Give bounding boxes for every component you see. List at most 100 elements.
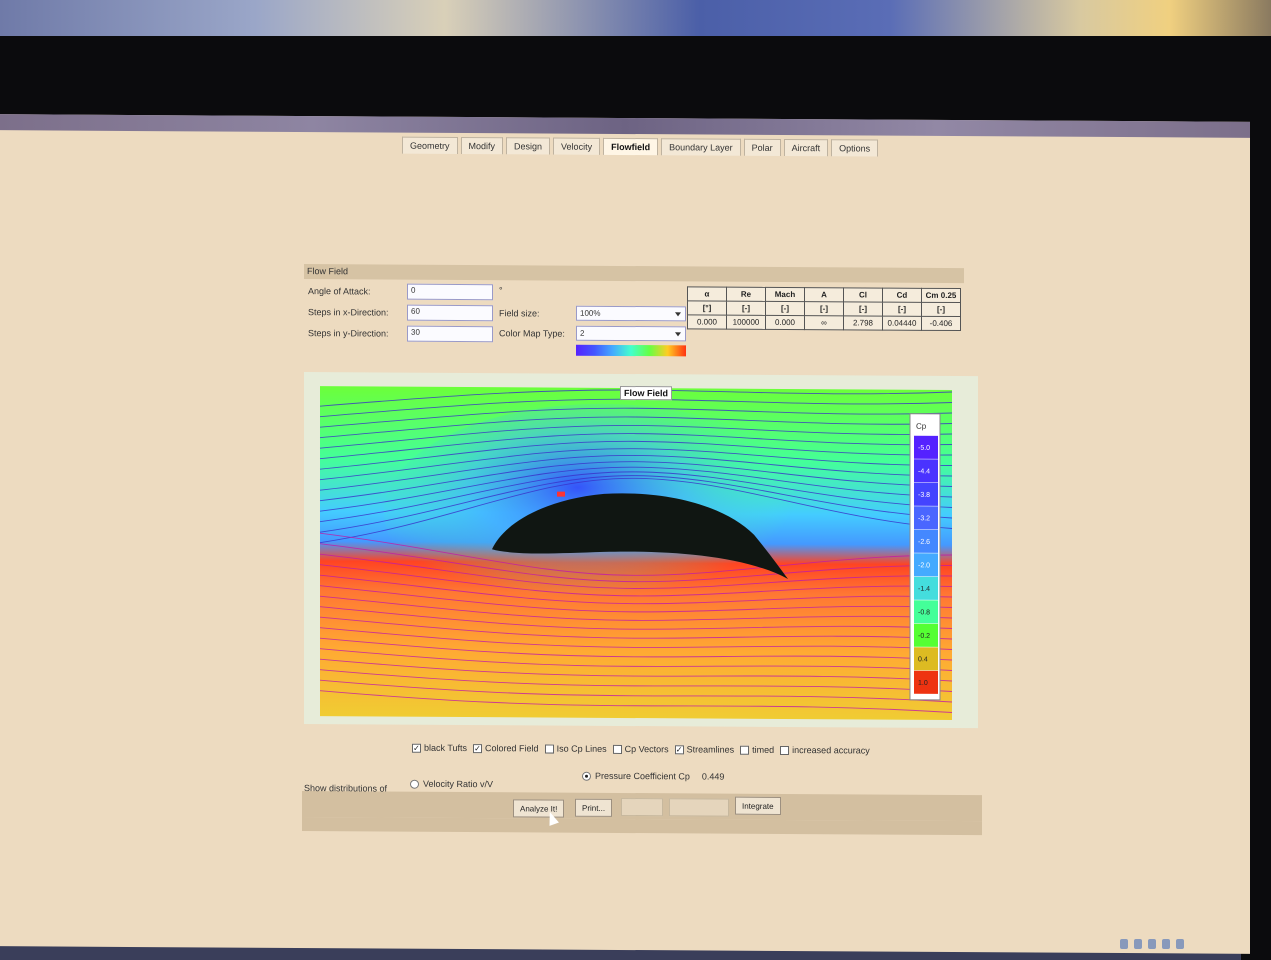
option-timed[interactable]: timed [740,745,774,755]
disabled-button[interactable] [669,798,729,817]
flow-field-panel: Flow Field Angle of Attack: 0 ° Steps in… [304,264,964,357]
chevron-down-icon [675,332,681,337]
tab-boundary-layer[interactable]: Boundary Layer [661,138,741,156]
chevron-down-icon [675,312,681,317]
color-map-preview [576,344,686,357]
integrate-button[interactable]: Integrate [735,796,781,815]
option-streamlines[interactable]: ✓ Streamlines [674,744,735,755]
display-options: ✓ black Tufts ✓ Colored Field Iso Cp Lines… [412,743,870,756]
coef-header: Re [726,287,766,302]
tab-polar[interactable]: Polar [743,138,781,156]
legend-title: Cp [916,422,927,431]
coef-header: Cm 0.25 [921,288,961,303]
flow-field-plot: Cp -5.0 -4.4 -3.8 -3.2 -2.6 -2.0 -1.4 -0.8 -0.2 0… [304,372,978,729]
stagnation-marker [557,491,565,497]
analyze-button[interactable]: Analyze It! [513,799,565,818]
legend-value: -0.2 [918,633,930,640]
coef-value: 100000 [726,315,766,330]
legend-value: -3.8 [918,492,930,499]
steps-y-input[interactable]: 30 [407,325,493,343]
coef-header: Mach [765,287,805,302]
tab-design[interactable]: Design [506,137,551,155]
color-map-value: 2 [580,328,585,338]
checkbox[interactable]: ✓ [412,743,421,753]
tray-icon [1134,939,1142,949]
option-increased-accuracy[interactable]: increased accuracy [780,745,870,756]
print-button[interactable]: Print... [575,798,613,817]
coef-unit: [-] [882,302,922,317]
option-black-tufts[interactable]: ✓ black Tufts [412,743,467,753]
checkbox[interactable]: ✓ [674,744,684,754]
tab-aircraft[interactable]: Aircraft [783,138,829,157]
steps-x-label: Steps in x-Direction: [308,307,389,318]
checkbox[interactable] [780,745,790,755]
radio-pressure-coefficient[interactable]: Pressure Coefficient Cp 0.449 [582,771,724,782]
tab-geometry[interactable]: Geometry [402,136,458,154]
option-cp-vectors[interactable]: Cp Vectors [612,744,669,754]
legend-value: -3.2 [918,515,930,522]
pressure-value: 0.449 [701,771,725,782]
tab-options[interactable]: Options [831,139,879,157]
field-size-label: Field size: [499,308,540,319]
tray-icon [1148,939,1156,949]
app-window: Geometry Modify Design Velocity Flowfiel… [0,114,1250,954]
checkbox[interactable]: ✓ [473,743,483,753]
option-label: black Tufts [424,742,468,754]
coef-unit: [-] [804,301,844,316]
color-map-select[interactable]: 2 [576,325,686,342]
option-label: timed [752,744,775,755]
coef-value: 2.798 [843,315,883,331]
option-colored-field[interactable]: ✓ Colored Field [473,743,539,753]
monitor-bezel [0,36,1271,122]
cp-legend: Cp -5.0 -4.4 -3.8 -3.2 -2.6 -2.0 -1.4 -0.8 -0.2 0… [909,413,941,701]
radio-label: Pressure Coefficient Cp [595,770,690,782]
coef-value: -0.406 [921,316,961,331]
radio-label: Velocity Ratio v/V [423,778,494,790]
radio-button[interactable] [582,771,591,781]
legend-value: -5.0 [918,445,930,452]
coef-unit: [-] [843,301,883,317]
angle-input[interactable]: 0 [407,283,493,301]
option-label: Colored Field [485,743,539,754]
coef-header: Cl [843,287,883,303]
tab-bar: Geometry Modify Design Velocity Flowfiel… [402,136,879,157]
coef-unit: [-] [726,301,766,316]
field-size-select[interactable]: 100% [576,305,686,322]
coefficient-table: α Re Mach A Cl Cd Cm 0.25 [°] [-] [-] [-… [687,286,961,332]
legend-value: -2.6 [918,539,930,546]
field-size-value: 100% [580,308,601,318]
legend-value: -4.4 [918,468,930,475]
checkbox[interactable] [544,744,554,754]
legend-value: 0.4 [918,656,928,663]
tab-flowfield[interactable]: Flowfield [603,137,659,156]
coef-value: ∞ [804,315,844,330]
option-label: increased accuracy [792,745,870,756]
coef-header: α [687,286,727,302]
tab-modify[interactable]: Modify [460,136,504,155]
tray-icon [1120,939,1128,949]
button-bar [302,817,982,836]
legend-value: -1.4 [918,586,930,593]
legend-value: 1.0 [918,680,928,687]
option-label: Iso Cp Lines [556,743,607,754]
disabled-button[interactable] [621,797,663,817]
option-iso-cp-lines[interactable]: Iso Cp Lines [544,743,607,754]
steps-x-input[interactable]: 60 [407,304,493,322]
coef-header: Cd [882,288,922,303]
option-label: Streamlines [686,744,735,755]
coef-unit: [°] [687,300,727,316]
legend-value: -0.8 [918,609,930,616]
steps-y-label: Steps in y-Direction: [308,328,389,339]
radio-button[interactable] [410,779,419,789]
distributions-label: Show distributions of [304,783,388,794]
legend-value: -2.0 [918,562,930,569]
radio-velocity-ratio[interactable]: Velocity Ratio v/V [410,778,494,790]
coef-value: 0.000 [687,314,727,330]
coef-value-row: 0.000 100000 0.000 ∞ 2.798 0.04440 -0.40… [687,314,961,331]
panel-title: Flow Field [304,264,964,284]
tray-icon [1162,939,1170,949]
angle-label: Angle of Attack: [308,286,371,297]
tab-velocity[interactable]: Velocity [553,137,601,155]
checkbox[interactable] [740,745,750,755]
checkbox[interactable] [612,744,622,754]
